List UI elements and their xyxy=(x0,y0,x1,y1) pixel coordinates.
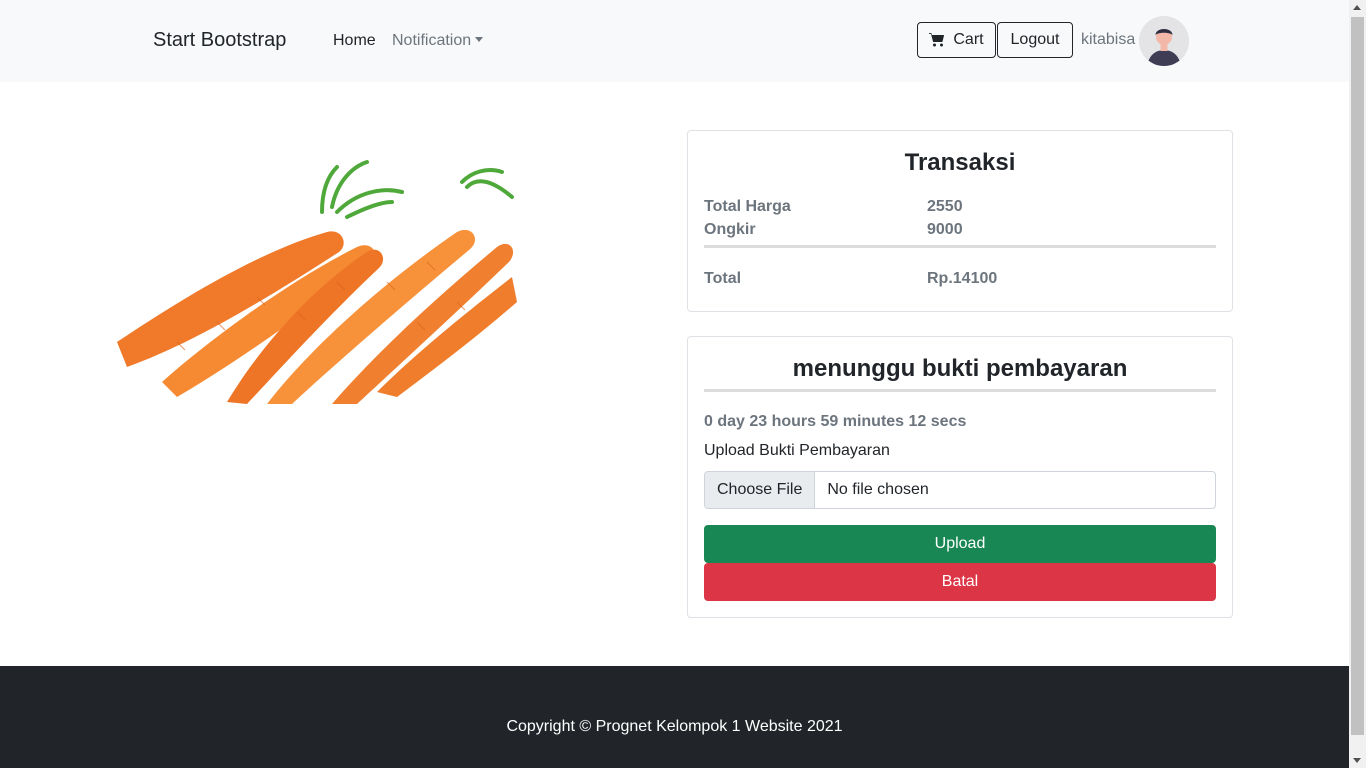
scroll-down-icon[interactable] xyxy=(1353,758,1361,763)
nav-dropdown-notification[interactable]: Notification xyxy=(392,32,484,50)
footer-copyright: Copyright © Prognet Kelompok 1 Website 2… xyxy=(506,718,843,735)
payment-card: menunggu bukti pembayaran 0 day 23 hours… xyxy=(687,336,1233,618)
divider xyxy=(704,389,1216,392)
nav-link-home[interactable]: Home xyxy=(333,32,376,50)
logout-label: Logout xyxy=(1010,31,1060,48)
countdown-timer: 0 day 23 hours 59 minutes 12 secs xyxy=(704,413,967,430)
chevron-down-icon xyxy=(475,36,484,42)
avatar[interactable] xyxy=(1139,16,1189,66)
scroll-thumb[interactable] xyxy=(1351,17,1364,735)
logout-button[interactable]: Logout xyxy=(997,22,1073,58)
transaction-card: Transaksi Total Harga 2550 Ongkir 9000 T… xyxy=(687,130,1233,312)
cart-icon xyxy=(929,33,945,47)
footer: Copyright © Prognet Kelompok 1 Website 2… xyxy=(0,666,1349,768)
total-label: Total xyxy=(704,270,742,287)
vertical-scrollbar[interactable] xyxy=(1349,0,1366,768)
carrot-image xyxy=(117,152,517,404)
scroll-up-icon[interactable] xyxy=(1353,5,1361,10)
upload-button[interactable]: Upload xyxy=(704,525,1216,563)
choose-file-button[interactable]: Choose File xyxy=(705,472,816,508)
file-input[interactable]: Choose File No file chosen xyxy=(704,471,1216,509)
total-harga-value: 2550 xyxy=(927,198,963,215)
transaction-title: Transaksi xyxy=(904,149,1016,176)
page: Start Bootstrap Home Notification Cart L… xyxy=(0,0,1349,768)
divider xyxy=(704,245,1216,248)
total-harga-label: Total Harga xyxy=(704,198,791,215)
upload-label: Upload Bukti Pembayaran xyxy=(704,442,890,459)
notification-label: Notification xyxy=(392,32,472,49)
username: kitabisa xyxy=(1081,31,1136,48)
cancel-button[interactable]: Batal xyxy=(704,563,1216,601)
file-status-text: No file chosen xyxy=(827,481,929,498)
cart-button[interactable]: Cart xyxy=(917,22,996,58)
cart-label: Cart xyxy=(953,31,984,48)
ongkir-label: Ongkir xyxy=(704,221,756,238)
user-avatar-icon xyxy=(1139,16,1189,66)
ongkir-value: 9000 xyxy=(927,221,963,238)
navbar-brand[interactable]: Start Bootstrap xyxy=(153,29,286,52)
total-value: Rp.14100 xyxy=(927,270,998,287)
navbar: Start Bootstrap Home Notification Cart L… xyxy=(0,0,1349,82)
payment-status-title: menunggu bukti pembayaran xyxy=(792,355,1128,382)
